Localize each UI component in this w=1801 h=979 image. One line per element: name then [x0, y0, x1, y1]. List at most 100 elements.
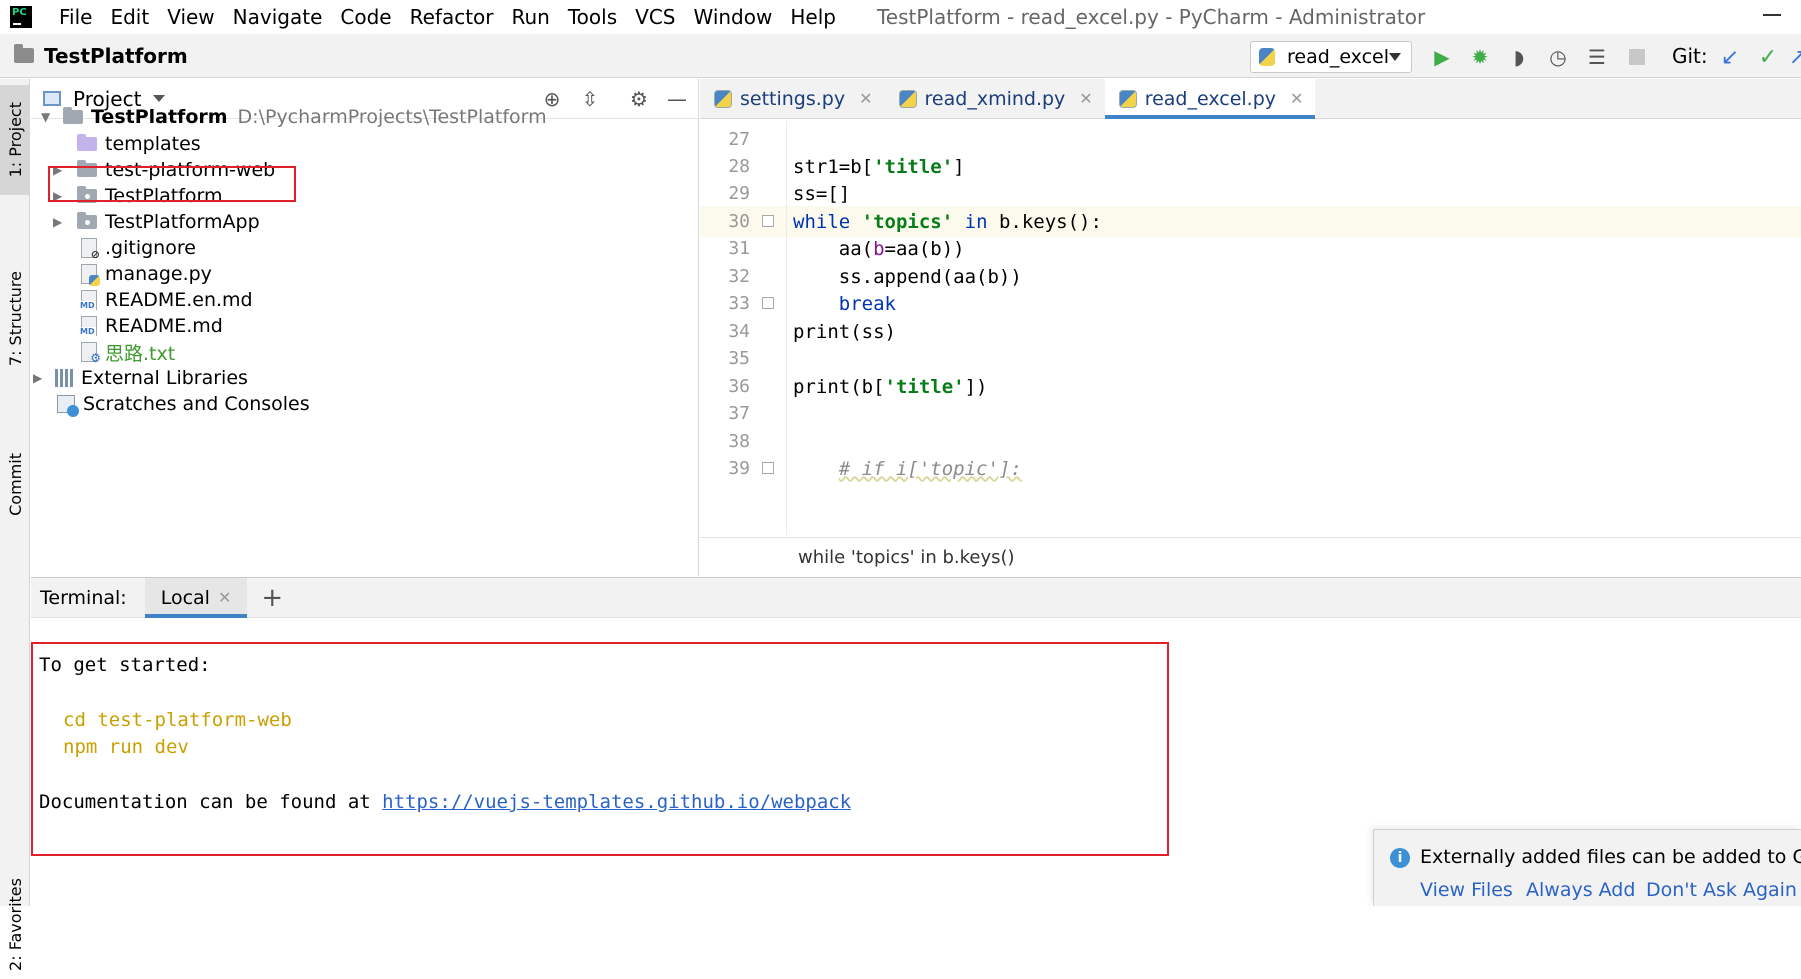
- stop-icon[interactable]: [1625, 45, 1649, 69]
- folder-icon: [77, 134, 97, 151]
- run-configuration-select[interactable]: read_excel: [1250, 41, 1412, 73]
- chevron-down-icon[interactable]: [153, 95, 166, 102]
- editor: settings.py ✕ read_xmind.py ✕ read_excel…: [700, 79, 1801, 576]
- code-token: =aa(b)): [884, 237, 965, 260]
- minimize-window-button[interactable]: [1763, 14, 1781, 16]
- code-line[interactable]: 35: [700, 343, 1801, 374]
- debug-icon[interactable]: ✹: [1468, 45, 1492, 69]
- tool-tab-favorites-label: 2: Favorites: [5, 877, 25, 971]
- project-panel: Project ⊕ ⇳ ⚙ — ▼ TestPlatform D:\Pychar…: [31, 79, 699, 576]
- tool-tab-project[interactable]: 1: Project: [0, 85, 30, 195]
- tab-settings-py[interactable]: settings.py ✕: [700, 79, 885, 118]
- tree-root-path: D:\PycharmProjects\TestPlatform: [237, 106, 547, 128]
- tab-read-xmind-py[interactable]: read_xmind.py ✕: [885, 79, 1105, 118]
- tree-item-testplatformapp[interactable]: ▶ TestPlatformApp: [53, 208, 260, 236]
- expand-arrow-icon[interactable]: ▶: [33, 371, 45, 385]
- package-folder-icon: [77, 212, 97, 229]
- markdown-file-icon: [79, 316, 97, 336]
- expand-arrow-icon[interactable]: ▶: [53, 215, 65, 229]
- tree-item-label: External Libraries: [81, 367, 248, 389]
- git-commit-icon[interactable]: ✓: [1756, 45, 1780, 70]
- tree-item-label: README.md: [105, 315, 223, 337]
- gitignore-file-icon: [81, 238, 100, 261]
- hide-panel-icon[interactable]: —: [665, 87, 689, 111]
- tree-item-label: Scratches and Consoles: [83, 393, 310, 415]
- menu-view[interactable]: View: [158, 5, 223, 29]
- tree-item-external-libraries[interactable]: ▶ External Libraries: [33, 364, 248, 392]
- menu-refactor[interactable]: Refactor: [401, 5, 503, 29]
- tool-tab-structure-label: 7: Structure: [5, 271, 25, 367]
- tool-tab-structure[interactable]: 7: Structure: [0, 219, 30, 419]
- library-icon: [55, 369, 73, 387]
- collapse-all-icon[interactable]: ⇳: [578, 87, 602, 111]
- concurrency-diagram-icon[interactable]: ☰: [1585, 45, 1609, 69]
- tool-tab-commit[interactable]: Commit: [0, 434, 30, 534]
- code-line[interactable]: 39 # if i['topic']:: [700, 453, 1801, 484]
- tree-item-label: README.en.md: [105, 289, 253, 311]
- code-token: aa(: [838, 237, 874, 260]
- highlight-box: [31, 642, 1169, 856]
- menu-navigate[interactable]: Navigate: [224, 5, 332, 29]
- tab-label: read_excel.py: [1144, 87, 1277, 110]
- menu-file[interactable]: File: [50, 5, 101, 29]
- menu-tools[interactable]: Tools: [559, 5, 626, 29]
- close-icon[interactable]: ✕: [859, 89, 872, 108]
- view-files-link[interactable]: View Files: [1420, 879, 1513, 901]
- close-icon[interactable]: ✕: [1079, 89, 1092, 108]
- code-token: ]): [964, 375, 988, 398]
- menu-code[interactable]: Code: [331, 5, 400, 29]
- menu-vcs[interactable]: VCS: [626, 5, 684, 29]
- code-token: b: [873, 237, 885, 260]
- tree-item-notes-txt[interactable]: 思路.txt: [81, 338, 175, 366]
- git-update-icon[interactable]: ↙: [1718, 45, 1742, 70]
- code-breadcrumb[interactable]: while 'topics' in b.keys(): [700, 537, 1801, 576]
- nav-project-name[interactable]: TestPlatform: [44, 44, 188, 68]
- breadcrumb-label[interactable]: while 'topics' in b.keys(): [798, 547, 1015, 568]
- always-add-link[interactable]: Always Add: [1526, 879, 1635, 901]
- tree-item-templates[interactable]: templates: [77, 130, 201, 158]
- gear-icon[interactable]: ⚙: [627, 87, 651, 111]
- tree-item-manage-py[interactable]: manage.py: [81, 260, 212, 288]
- line-number: 33: [728, 293, 750, 314]
- tree-item-scratches[interactable]: Scratches and Consoles: [57, 390, 310, 418]
- menu-help[interactable]: Help: [781, 5, 845, 29]
- line-number: 38: [728, 431, 750, 452]
- git-push-icon[interactable]: ↗: [1786, 45, 1801, 70]
- code-token: ]: [953, 155, 965, 178]
- tree-item-readme-en[interactable]: README.en.md: [79, 286, 253, 314]
- dont-ask-again-link[interactable]: Don't Ask Again: [1646, 879, 1797, 901]
- menu-edit[interactable]: Edit: [101, 5, 158, 29]
- code-token: in: [964, 210, 988, 233]
- run-with-coverage-icon[interactable]: ◗: [1507, 45, 1531, 69]
- line-number: 37: [728, 403, 750, 424]
- pycharm-logo-icon: PC: [10, 6, 32, 28]
- code-token: break: [838, 292, 896, 315]
- code-line[interactable]: 29 ss=[]: [700, 178, 1801, 209]
- window-title: TestPlatform - read_excel.py - PyCharm -…: [876, 5, 1426, 29]
- code-line[interactable]: 31 aa(b=aa(b)): [700, 233, 1801, 264]
- run-config-label: read_excel: [1287, 46, 1389, 68]
- expand-arrow-icon[interactable]: ▼: [41, 110, 53, 124]
- tree-item-gitignore[interactable]: .gitignore: [81, 234, 196, 262]
- close-icon[interactable]: ✕: [218, 588, 231, 607]
- code-line[interactable]: 33 break: [700, 288, 1801, 319]
- tree-item-readme[interactable]: README.md: [79, 312, 223, 340]
- line-number: 31: [728, 238, 750, 259]
- tab-read-excel-py[interactable]: read_excel.py ✕: [1104, 79, 1316, 119]
- add-terminal-icon[interactable]: +: [261, 583, 283, 613]
- folder-icon: [63, 107, 83, 124]
- tab-terminal-local[interactable]: Local ✕: [144, 577, 248, 618]
- run-icon[interactable]: ▶: [1430, 45, 1454, 69]
- code-token: 'title': [884, 375, 965, 398]
- python-icon: [1259, 48, 1276, 66]
- profile-icon[interactable]: ◷: [1546, 45, 1570, 69]
- close-icon[interactable]: ✕: [1290, 89, 1303, 108]
- code-token: ss=[]: [793, 182, 851, 205]
- tree-root-row[interactable]: ▼ TestPlatform D:\PycharmProjects\TestPl…: [41, 103, 547, 131]
- code-line[interactable]: 37: [700, 398, 1801, 429]
- editor-tabs: settings.py ✕ read_xmind.py ✕ read_excel…: [700, 79, 1801, 119]
- python-file-icon: [1118, 89, 1137, 108]
- menu-run[interactable]: Run: [503, 5, 559, 29]
- tool-tab-favorites[interactable]: 2: Favorites: [0, 869, 30, 979]
- menu-window[interactable]: Window: [684, 5, 781, 29]
